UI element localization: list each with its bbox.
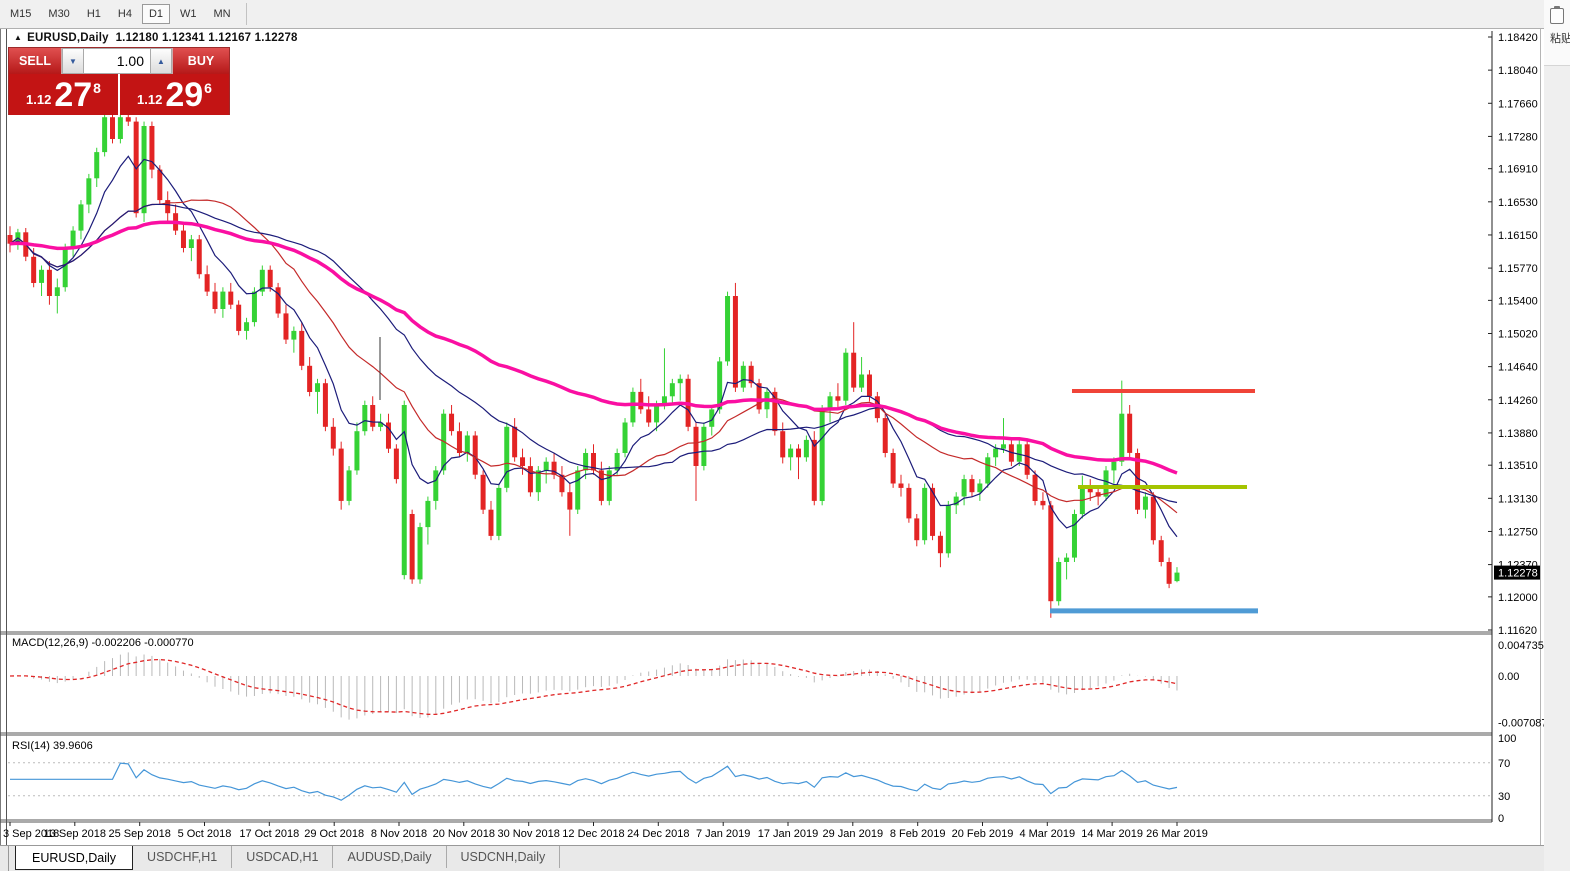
svg-text:14 Mar 2019: 14 Mar 2019: [1081, 828, 1143, 840]
buy-price-big: 29: [165, 77, 203, 113]
svg-text:8 Feb 2019: 8 Feb 2019: [890, 828, 946, 840]
tabs-scroll-gutter[interactable]: [0, 846, 9, 871]
svg-text:25 Sep 2018: 25 Sep 2018: [109, 828, 171, 840]
svg-text:7 Jan 2019: 7 Jan 2019: [696, 828, 750, 840]
clipboard-icon: [1550, 8, 1564, 24]
svg-text:30 Nov 2018: 30 Nov 2018: [498, 828, 560, 840]
tab-eurusd-daily[interactable]: EURUSD,Daily: [15, 846, 133, 870]
paste-tool[interactable]: 粘贴: [1544, 0, 1570, 66]
svg-text:-0.007087: -0.007087: [1498, 717, 1544, 729]
tab-usdcad-h1[interactable]: USDCAD,H1: [232, 846, 333, 868]
buy-button[interactable]: BUY: [172, 48, 229, 74]
svg-text:1.16530: 1.16530: [1498, 197, 1538, 209]
svg-text:1.17660: 1.17660: [1498, 98, 1538, 110]
toolbar-separator: [246, 3, 247, 25]
symbol-tabs-bar: EURUSD,Daily USDCHF,H1 USDCAD,H1 AUDUSD,…: [0, 845, 1544, 871]
svg-text:13 Sep 2018: 13 Sep 2018: [44, 828, 106, 840]
buy-price-prefix: 1.12: [137, 92, 162, 107]
svg-text:1.13130: 1.13130: [1498, 493, 1538, 505]
chart-symbol-label: EURUSD,Daily: [27, 32, 109, 44]
svg-text:1.14260: 1.14260: [1498, 395, 1538, 407]
svg-text:1.13510: 1.13510: [1498, 460, 1538, 472]
rsi-indicator-label: RSI(14) 39.9606: [12, 740, 93, 752]
svg-text:1.15020: 1.15020: [1498, 329, 1538, 341]
svg-text:29 Oct 2018: 29 Oct 2018: [304, 828, 364, 840]
svg-text:0: 0: [1498, 813, 1504, 825]
svg-text:5 Oct 2018: 5 Oct 2018: [178, 828, 232, 840]
timeframe-h4[interactable]: H4: [111, 5, 139, 23]
sell-price-big: 27: [54, 77, 92, 113]
sell-price-button[interactable]: 1.12 27 8: [9, 74, 118, 115]
svg-text:1.16150: 1.16150: [1498, 230, 1538, 242]
svg-text:30: 30: [1498, 791, 1510, 803]
sell-price-prefix: 1.12: [26, 92, 51, 107]
svg-text:17 Oct 2018: 17 Oct 2018: [239, 828, 299, 840]
timeframe-m30[interactable]: M30: [41, 5, 76, 23]
side-app-strip: 粘贴: [1544, 0, 1570, 871]
svg-text:1.16910: 1.16910: [1498, 164, 1538, 176]
chart-header: ▲ EURUSD,Daily 1.12180 1.12341 1.12167 1.…: [14, 32, 298, 44]
sell-price-pip: 8: [93, 80, 101, 96]
svg-text:29 Jan 2019: 29 Jan 2019: [823, 828, 884, 840]
svg-text:1.17280: 1.17280: [1498, 131, 1538, 143]
svg-text:0.00: 0.00: [1498, 671, 1519, 683]
svg-text:1.18040: 1.18040: [1498, 65, 1538, 77]
svg-text:1.12750: 1.12750: [1498, 527, 1538, 539]
timeframe-m15[interactable]: M15: [3, 5, 38, 23]
sell-button[interactable]: SELL: [9, 48, 62, 74]
svg-text:1.12000: 1.12000: [1498, 592, 1538, 604]
tab-usdchf-h1[interactable]: USDCHF,H1: [133, 846, 232, 868]
timeframe-d1[interactable]: D1: [142, 4, 170, 24]
svg-text:1.18420: 1.18420: [1498, 32, 1538, 44]
svg-text:26 Mar 2019: 26 Mar 2019: [1146, 828, 1208, 840]
svg-text:8 Nov 2018: 8 Nov 2018: [371, 828, 427, 840]
tab-audusd-daily[interactable]: AUDUSD,Daily: [333, 846, 446, 868]
svg-text:1.14640: 1.14640: [1498, 362, 1538, 374]
timeframe-toolbar: M15 M30 H1 H4 D1 W1 MN: [0, 0, 1544, 29]
volume-increase-button[interactable]: ▲: [150, 48, 172, 74]
chart-ohlc-values: 1.12180 1.12341 1.12167 1.12278: [116, 32, 298, 44]
svg-text:70: 70: [1498, 758, 1510, 770]
volume-decrease-button[interactable]: ▼: [62, 48, 84, 74]
svg-text:1.15770: 1.15770: [1498, 263, 1538, 275]
buy-price-button[interactable]: 1.12 29 6: [120, 74, 229, 115]
svg-text:1.15400: 1.15400: [1498, 295, 1538, 307]
timeframe-h1[interactable]: H1: [80, 5, 108, 23]
timeframe-mn[interactable]: MN: [207, 5, 238, 23]
svg-text:4 Mar 2019: 4 Mar 2019: [1019, 828, 1075, 840]
macd-indicator-label: MACD(12,26,9) -0.002206 -0.000770: [12, 637, 194, 649]
svg-text:1.11620: 1.11620: [1498, 625, 1537, 637]
svg-text:12 Dec 2018: 12 Dec 2018: [562, 828, 624, 840]
svg-text:1.12278: 1.12278: [1498, 568, 1538, 580]
svg-text:0.004735: 0.004735: [1498, 640, 1544, 652]
chart-canvas[interactable]: 1.18420 1.18040 1.17660 1.17280 1.16910 1.165…: [0, 29, 1544, 845]
buy-price-pip: 6: [204, 80, 212, 96]
svg-text:24 Dec 2018: 24 Dec 2018: [627, 828, 689, 840]
svg-text:20 Nov 2018: 20 Nov 2018: [433, 828, 495, 840]
symbol-collapse-icon[interactable]: ▲: [14, 33, 22, 42]
volume-input[interactable]: 1.00: [84, 48, 150, 74]
svg-text:17 Jan 2019: 17 Jan 2019: [758, 828, 819, 840]
svg-text:1.13880: 1.13880: [1498, 428, 1538, 440]
svg-text:100: 100: [1498, 733, 1516, 745]
timeframe-w1[interactable]: W1: [173, 5, 204, 23]
one-click-trading-panel: SELL ▼ 1.00 ▲ BUY 1.12 27 8 1.12 29 6: [8, 47, 230, 115]
paste-label: 粘贴: [1550, 30, 1570, 46]
price-chart[interactable]: 1.18420 1.18040 1.17660 1.17280 1.16910 1.165…: [0, 29, 1544, 845]
svg-text:20 Feb 2019: 20 Feb 2019: [952, 828, 1014, 840]
tab-usdcnh-daily[interactable]: USDCNH,Daily: [447, 846, 561, 868]
